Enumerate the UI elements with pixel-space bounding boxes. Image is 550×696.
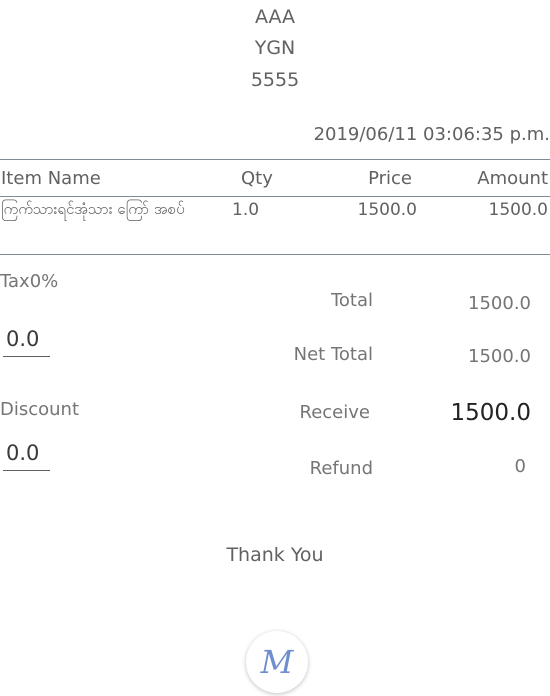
- thank-you-message: Thank You: [226, 544, 324, 566]
- row-qty: 1.0: [232, 200, 260, 220]
- logo-letter: M: [260, 643, 294, 681]
- row-item-name: ကြက်သားရင်အုံသား ကြော် အစပ်: [1, 200, 185, 218]
- total-label: Total: [330, 290, 373, 311]
- column-header-qty: Qty: [241, 168, 273, 189]
- app-logo: M: [246, 631, 308, 693]
- row-amount: 1500.0: [488, 200, 548, 220]
- table-top-rule: [0, 159, 550, 160]
- refund-label: Refund: [309, 458, 373, 479]
- shop-phone: 5555: [250, 69, 300, 91]
- receipt-screen: AAA YGN 5555 2019/06/11 03:06:35 p.m. It…: [0, 0, 550, 696]
- column-header-item-name: Item Name: [1, 168, 101, 189]
- receive-value: 1500.0: [450, 400, 531, 426]
- shop-location: YGN: [254, 37, 296, 59]
- column-header-price: Price: [368, 168, 412, 189]
- row-price: 1500.0: [357, 200, 417, 220]
- refund-value: 0: [514, 456, 526, 477]
- tax-input[interactable]: [3, 327, 50, 357]
- discount-input[interactable]: [3, 441, 50, 471]
- net-total-label: Net Total: [293, 344, 373, 365]
- tax-label: Tax0%: [0, 271, 59, 292]
- total-value: 1500.0: [468, 293, 531, 314]
- table-header-rule: [0, 196, 550, 197]
- receive-label: Receive: [299, 402, 370, 423]
- table-bottom-rule: [0, 254, 550, 255]
- receipt-timestamp: 2019/06/11 03:06:35 p.m.: [313, 124, 550, 145]
- column-header-amount: Amount: [477, 168, 548, 189]
- discount-label: Discount: [0, 399, 80, 420]
- net-total-value: 1500.0: [468, 346, 531, 367]
- shop-name: AAA: [254, 6, 296, 28]
